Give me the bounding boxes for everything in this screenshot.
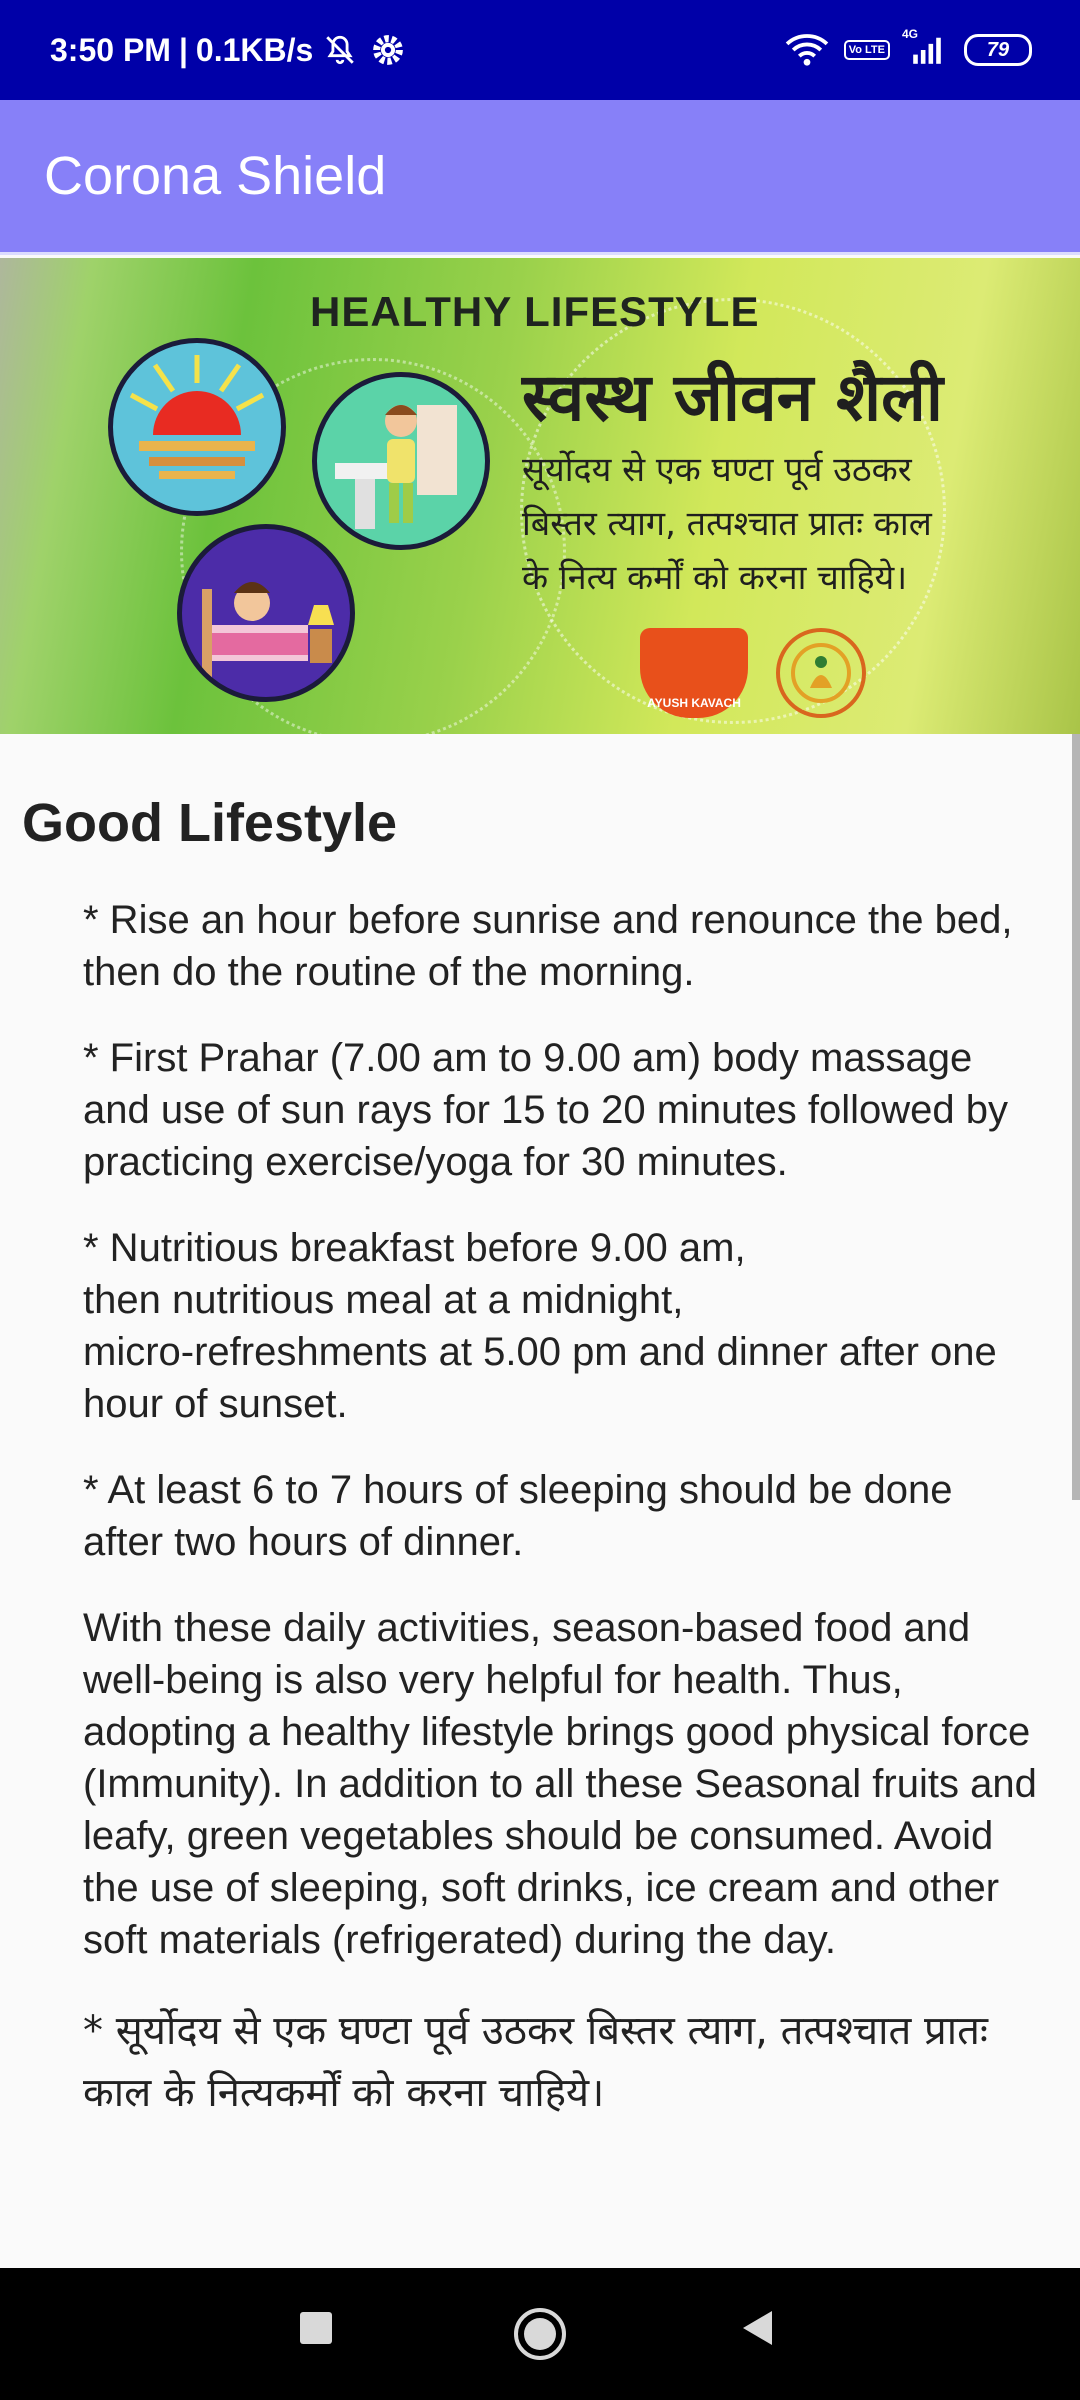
paragraph: * First Prahar (7.00 am to 9.00 am) body…	[83, 1036, 1008, 1184]
battery-icon: 79	[964, 34, 1032, 66]
back-triangle-icon	[743, 2311, 772, 2345]
settings-icon	[371, 33, 405, 67]
status-bar: 3:50 PM | 0.1KB/s Vo LTE 4G 79	[0, 0, 1080, 100]
healthy-lifestyle-banner: HEALTHY LIFESTYLE स्वस्थ जीवन शैली सूर्य…	[0, 258, 1080, 734]
wake-up-icon	[177, 524, 355, 702]
app-title: Corona Shield	[44, 146, 387, 206]
status-time: 3:50 PM	[50, 31, 171, 68]
circle-icon	[514, 2308, 566, 2360]
page-heading: Good Lifestyle	[22, 793, 398, 853]
app-bar: Corona Shield	[0, 100, 1080, 255]
morning-routine-icon	[312, 372, 490, 550]
signal-icon: 4G	[902, 27, 950, 67]
navigation-bar	[0, 2268, 1080, 2400]
recents-button[interactable]	[296, 2308, 336, 2348]
paragraph: * Nutritious breakfast before 9.00 am, t…	[83, 1226, 997, 1426]
status-left: 3:50 PM | 0.1KB/s	[50, 32, 405, 69]
paragraph: * Rise an hour before sunrise and renoun…	[83, 898, 1013, 994]
ayush-kavach-logo: AYUSH KAVACH	[640, 628, 748, 718]
banner-hindi-line: के नित्य कर्मों को करना चाहिये।	[522, 558, 908, 598]
paragraph: With these daily activities, season-base…	[83, 1606, 1037, 1962]
home-button[interactable]	[512, 2306, 568, 2362]
status-separator: |	[178, 31, 188, 68]
status-right: Vo LTE 4G 79	[784, 27, 1032, 67]
scrollbar[interactable]	[1072, 734, 1080, 1500]
hindi-paragraph: * सूर्योदय से एक घण्टा पूर्व उठकर बिस्तर…	[83, 2008, 988, 2116]
banner-hindi-line: सूर्योदय से एक घण्टा पूर्व उठकर	[522, 450, 912, 490]
ayush-up-seal	[776, 628, 866, 718]
lifestyle-text: * Rise an hour before sunrise and renoun…	[83, 894, 1043, 2158]
wifi-icon	[784, 33, 830, 67]
status-speed: 0.1KB/s	[195, 31, 314, 68]
volte-icon: Vo LTE	[843, 40, 890, 60]
banner-hindi-line: बिस्तर त्याग, तत्पश्चात प्रातः काल	[522, 504, 932, 544]
mute-icon	[323, 33, 357, 67]
content-scroll[interactable]: Good Lifestyle * Rise an hour before sun…	[0, 734, 1080, 2268]
back-button[interactable]	[738, 2308, 778, 2348]
paragraph: * At least 6 to 7 hours of sleeping shou…	[83, 1468, 953, 1564]
banner-title: HEALTHY LIFESTYLE	[310, 288, 760, 335]
sunrise-icon	[108, 338, 286, 516]
banner-hindi-title: स्वस्थ जीवन शैली	[522, 359, 943, 436]
square-icon	[300, 2312, 332, 2344]
banner-hindi-text: सूर्योदय से एक घण्टा पूर्व उठकर बिस्तर त…	[522, 443, 1042, 605]
network-type: 4G	[902, 27, 919, 41]
